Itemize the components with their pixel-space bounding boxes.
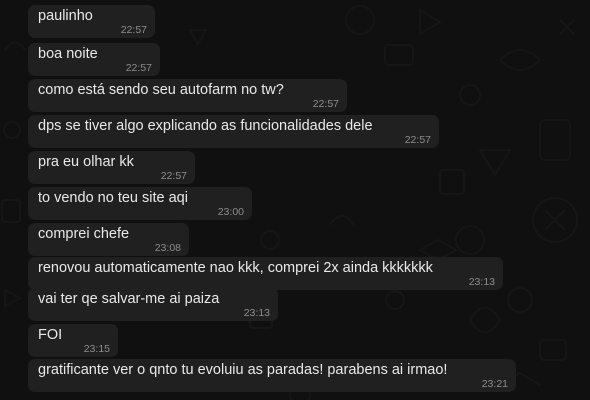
chat-area: paulinho 22:57 boa noite 22:57 como está… <box>0 0 590 400</box>
message-time: 23:08 <box>154 242 181 254</box>
message-text: boa noite <box>38 46 98 62</box>
message-time: 22:57 <box>312 98 339 110</box>
message-bubble[interactable]: renovou automaticamente nao kkk, comprei… <box>28 257 503 290</box>
message-text: gratificante ver o qnto tu evoluiu as pa… <box>38 362 448 378</box>
message-time: 22:57 <box>160 170 187 182</box>
message-bubble[interactable]: boa noite 22:57 <box>28 43 160 76</box>
message-bubble[interactable]: comprei chefe 23:08 <box>28 223 189 256</box>
message-time: 23:13 <box>468 276 495 288</box>
message-text: vai ter qe salvar-me ai paiza <box>38 291 220 307</box>
message-bubble[interactable]: FOI 23:15 <box>28 324 118 357</box>
message-text: como está sendo seu autofarm no tw? <box>38 82 284 98</box>
message-text: paulinho <box>38 8 93 24</box>
message-text: comprei chefe <box>38 226 130 242</box>
message-time: 23:00 <box>217 206 244 218</box>
message-time: 23:21 <box>481 378 508 390</box>
message-bubble[interactable]: vai ter qe salvar-me ai paiza 23:13 <box>28 288 278 321</box>
message-text: pra eu olhar kk <box>38 154 134 170</box>
message-text: dps se tiver algo explicando as funciona… <box>38 118 373 134</box>
message-text: FOI <box>38 327 63 343</box>
message-bubble[interactable]: como está sendo seu autofarm no tw? 22:5… <box>28 79 347 112</box>
message-bubble[interactable]: paulinho 22:57 <box>28 5 155 38</box>
message-text: renovou automaticamente nao kkk, comprei… <box>38 260 433 276</box>
message-time: 23:15 <box>83 343 110 355</box>
message-bubble[interactable]: to vendo no teu site aqi 23:00 <box>28 187 252 220</box>
message-bubble[interactable]: pra eu olhar kk 22:57 <box>28 151 195 184</box>
message-bubble[interactable]: dps se tiver algo explicando as funciona… <box>28 115 439 148</box>
message-time: 22:57 <box>404 134 431 146</box>
message-time: 23:13 <box>243 307 270 319</box>
message-text: to vendo no teu site aqi <box>38 190 188 206</box>
message-time: 22:57 <box>125 62 152 74</box>
message-bubble[interactable]: gratificante ver o qnto tu evoluiu as pa… <box>28 359 516 392</box>
message-time: 22:57 <box>120 24 147 36</box>
